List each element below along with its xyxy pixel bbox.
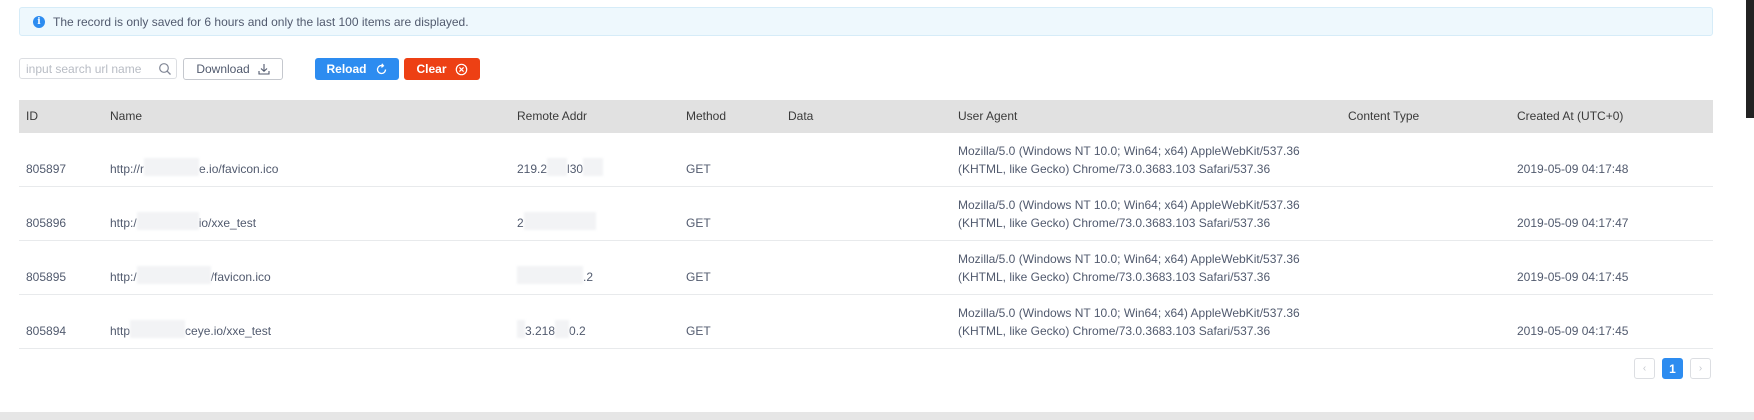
download-button[interactable]: Download [183, 58, 283, 80]
search-input[interactable] [20, 59, 156, 78]
reload-button[interactable]: Reload [315, 58, 399, 80]
cell-created-at: 2019-05-09 04:17:45 [1517, 324, 1629, 338]
cell-remote-addr: 2 [517, 187, 596, 240]
cell-id: 805896 [26, 216, 67, 230]
table-header: ID Name Remote Addr Method Data User Age… [19, 100, 1713, 133]
search-box [19, 58, 177, 79]
clear-label: Clear [416, 62, 447, 76]
cell-user-agent: Mozilla/5.0 (Windows NT 10.0; Win64; x64… [958, 197, 1300, 230]
header-data[interactable]: Data [788, 100, 813, 133]
cell-user-agent: Mozilla/5.0 (Windows NT 10.0; Win64; x64… [958, 251, 1300, 284]
cell-id: 805895 [26, 270, 67, 284]
cell-remote-addr: .2 [517, 241, 593, 294]
cell-id: 805894 [26, 324, 67, 338]
page-1-button[interactable]: 1 [1662, 358, 1683, 379]
header-content-type[interactable]: Content Type [1348, 100, 1419, 133]
cell-name: http://r e.io/favicon.ico [110, 133, 278, 186]
table-row[interactable]: 805896 http:/io/xxe_test 2 GET Mozilla/5… [19, 187, 1713, 241]
cell-user-agent: Mozilla/5.0 (Windows NT 10.0; Win64; x64… [958, 143, 1300, 176]
header-name[interactable]: Name [110, 100, 142, 133]
download-label: Download [196, 62, 250, 76]
table-row[interactable]: 805894 http ceye.io/xxe_test 3.218 0.2 GET… [19, 295, 1713, 349]
info-notice: i The record is only saved for 6 hours a… [19, 7, 1713, 36]
table-row[interactable]: 805895 http://favicon.ico .2 GET Mozilla… [19, 241, 1713, 295]
info-icon: i [33, 15, 45, 28]
cell-remote-addr: 219.2 l30 [517, 133, 604, 186]
cell-method: GET [686, 216, 711, 230]
reload-label: Reload [326, 62, 367, 76]
notice-text: The record is only saved for 6 hours and… [53, 14, 469, 29]
cell-method: GET [686, 324, 711, 338]
horizontal-scrollbar[interactable] [0, 412, 1754, 420]
pagination: ‹ 1 › [1634, 358, 1711, 379]
cell-created-at: 2019-05-09 04:17:47 [1517, 216, 1629, 230]
cell-user-agent: Mozilla/5.0 (Windows NT 10.0; Win64; x64… [958, 305, 1300, 338]
cell-remote-addr: 3.218 0.2 [517, 295, 586, 348]
header-remote-addr[interactable]: Remote Addr [517, 100, 587, 133]
download-icon [258, 64, 270, 75]
clear-button[interactable]: Clear [404, 58, 480, 80]
prev-page-button[interactable]: ‹ [1634, 358, 1655, 379]
search-icon[interactable] [158, 62, 172, 76]
cell-id: 805897 [26, 162, 67, 176]
cell-name: http:/io/xxe_test [110, 187, 256, 240]
header-user-agent[interactable]: User Agent [958, 100, 1017, 133]
cell-method: GET [686, 270, 711, 284]
cell-name: http://favicon.ico [110, 241, 271, 294]
cell-created-at: 2019-05-09 04:17:45 [1517, 270, 1629, 284]
toolbar: Download Reload Clear [19, 58, 1019, 81]
header-id[interactable]: ID [26, 100, 38, 133]
next-page-button[interactable]: › [1690, 358, 1711, 379]
vertical-scrollbar[interactable] [1746, 0, 1754, 118]
header-created-at[interactable]: Created At (UTC+0) [1517, 100, 1623, 133]
refresh-icon [376, 62, 386, 74]
cell-name: http ceye.io/xxe_test [110, 295, 271, 348]
header-method[interactable]: Method [686, 100, 726, 133]
table-row[interactable]: 805897 http://r e.io/favicon.ico 219.2 l30… [19, 133, 1713, 187]
records-table: ID Name Remote Addr Method Data User Age… [19, 100, 1713, 349]
close-circle-icon [455, 63, 467, 75]
cell-method: GET [686, 162, 711, 176]
cell-created-at: 2019-05-09 04:17:48 [1517, 162, 1629, 176]
